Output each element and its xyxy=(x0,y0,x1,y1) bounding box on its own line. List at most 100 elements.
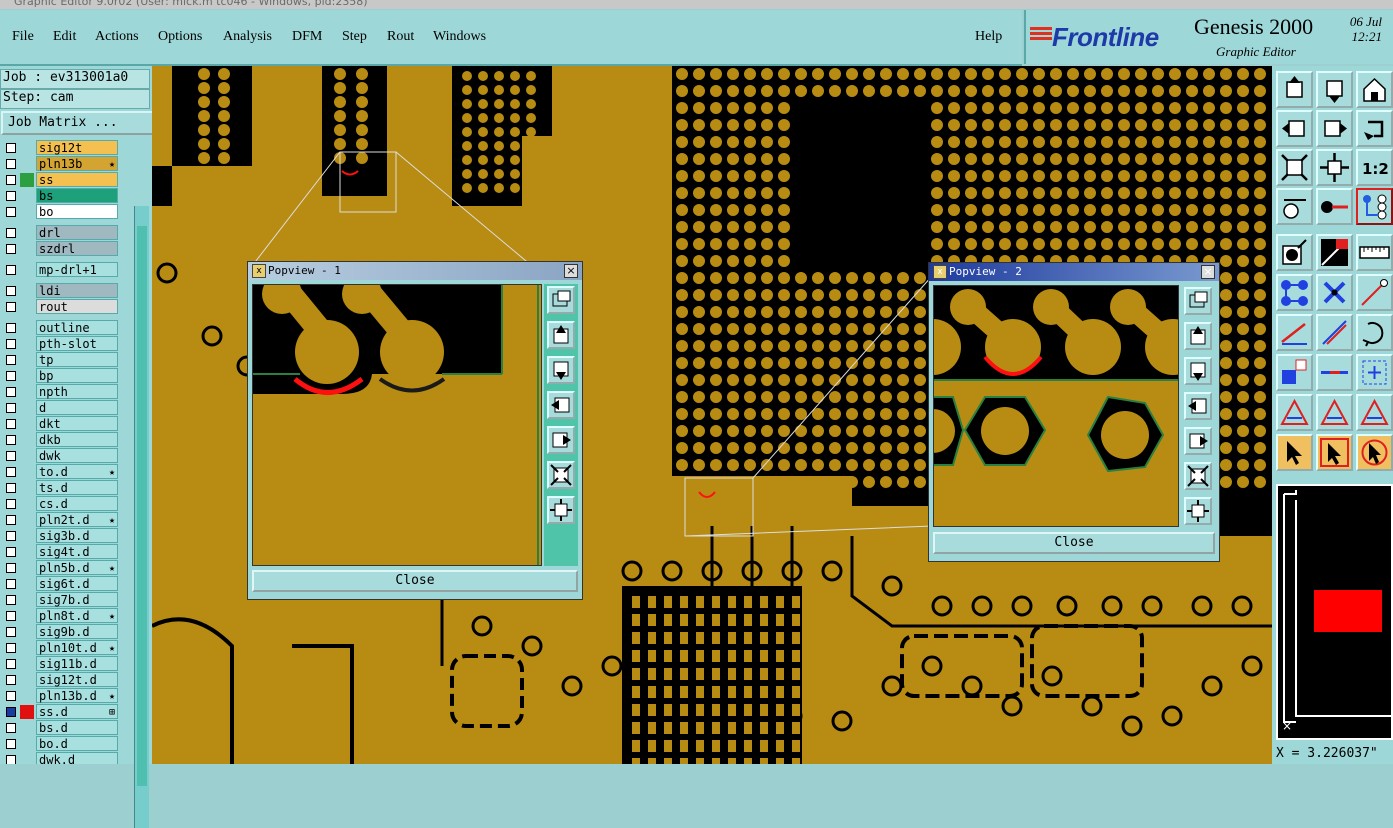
layer-display-checkbox[interactable] xyxy=(6,707,16,717)
layer-display-checkbox[interactable] xyxy=(6,675,16,685)
pointer-move-button[interactable] xyxy=(1316,434,1353,471)
zoom-in-button[interactable] xyxy=(547,461,575,489)
layer-display-checkbox[interactable] xyxy=(6,143,16,153)
layer-row[interactable]: sig6t.d xyxy=(0,576,130,591)
layer-display-checkbox[interactable] xyxy=(6,547,16,557)
layer-affected-indicator[interactable] xyxy=(20,353,34,367)
layer-affected-indicator[interactable] xyxy=(20,497,34,511)
layer-affected-indicator[interactable] xyxy=(20,300,34,314)
layer-affected-indicator[interactable] xyxy=(20,433,34,447)
popview-1-titlebar[interactable]: x Popview - 1 × xyxy=(248,262,582,280)
layer-name[interactable]: ts.d xyxy=(36,480,118,495)
layer-list-scrollbar[interactable] xyxy=(134,206,149,828)
layer-row[interactable]: dkt xyxy=(0,416,130,431)
layer-name[interactable]: bs.d xyxy=(36,720,118,735)
add-line-button[interactable] xyxy=(1276,314,1313,351)
layer-name[interactable]: bp xyxy=(36,368,118,383)
layer-row[interactable]: bo xyxy=(0,204,130,219)
layer-name[interactable]: bo xyxy=(36,204,118,219)
layer-row[interactable]: bs xyxy=(0,188,130,203)
zoom-center-button[interactable] xyxy=(1316,149,1353,186)
viewport-indicator[interactable] xyxy=(1314,590,1382,632)
scrollbar-thumb[interactable] xyxy=(137,226,147,786)
layer-name[interactable]: tp xyxy=(36,352,118,367)
layer-name[interactable]: pln13b.d ★ xyxy=(36,688,118,703)
feature-box-button[interactable] xyxy=(1356,354,1393,391)
layer-name[interactable]: to.d ★ xyxy=(36,464,118,479)
layer-affected-indicator[interactable] xyxy=(20,689,34,703)
layer-affected-indicator[interactable] xyxy=(20,657,34,671)
menu-options[interactable]: Options xyxy=(158,29,202,45)
layer-row[interactable]: sig3b.d xyxy=(0,528,130,543)
layer-row[interactable]: sig12t xyxy=(0,140,130,155)
zoom-out-button[interactable] xyxy=(547,496,575,524)
layer-display-checkbox[interactable] xyxy=(6,499,16,509)
menu-actions[interactable]: Actions xyxy=(95,29,139,45)
zoom-in-button[interactable] xyxy=(1184,462,1212,490)
layer-display-checkbox[interactable] xyxy=(6,244,16,254)
layer-row[interactable]: pln8t.d ★ xyxy=(0,608,130,623)
layer-row[interactable]: pln13b ★ xyxy=(0,156,130,171)
menu-step[interactable]: Step xyxy=(342,29,367,45)
layer-row[interactable]: pln13b.d ★ xyxy=(0,688,130,703)
layer-row[interactable]: bs.d xyxy=(0,720,130,735)
layer-affected-indicator[interactable] xyxy=(20,449,34,463)
layer-row[interactable]: pth-slot xyxy=(0,336,130,351)
window-menu-icon[interactable]: x xyxy=(252,264,266,278)
close-icon[interactable]: × xyxy=(1282,719,1292,733)
layer-row[interactable]: rout xyxy=(0,299,130,314)
layer-name[interactable]: sig12t xyxy=(36,140,118,155)
layer-row[interactable]: drl xyxy=(0,225,130,240)
layer-display-checkbox[interactable] xyxy=(6,483,16,493)
layer-name[interactable]: mp-drl+1 xyxy=(36,262,118,277)
layer-display-checkbox[interactable] xyxy=(6,323,16,333)
layer-name[interactable]: pln2t.d ★ xyxy=(36,512,118,527)
layer-display-checkbox[interactable] xyxy=(6,191,16,201)
layer-row[interactable]: dwk.d xyxy=(0,752,130,764)
home-button[interactable] xyxy=(1356,71,1393,108)
layer-affected-indicator[interactable] xyxy=(20,284,34,298)
layer-row[interactable]: outline xyxy=(0,320,130,335)
layer-row[interactable]: tp xyxy=(0,352,130,367)
layer-name[interactable]: pth-slot xyxy=(36,336,118,351)
layer-display-checkbox[interactable] xyxy=(6,302,16,312)
layer-affected-indicator[interactable] xyxy=(20,242,34,256)
window-menu-icon[interactable]: x xyxy=(933,265,947,279)
layer-row[interactable]: to.d ★ xyxy=(0,464,130,479)
trim-line-button[interactable] xyxy=(1316,354,1353,391)
layer-name[interactable]: ss xyxy=(36,172,118,187)
layer-affected-indicator[interactable] xyxy=(20,263,34,277)
layer-affected-indicator[interactable] xyxy=(20,465,34,479)
layer-row[interactable]: ss xyxy=(0,172,130,187)
overview-map[interactable]: × xyxy=(1276,484,1393,740)
layer-name[interactable]: sig4t.d xyxy=(36,544,118,559)
layer-display-checkbox[interactable] xyxy=(6,228,16,238)
pan-down-button[interactable] xyxy=(1184,357,1212,385)
layer-name[interactable]: bs xyxy=(36,188,118,203)
pan-right-button[interactable] xyxy=(1316,110,1353,147)
layer-affected-indicator[interactable] xyxy=(20,481,34,495)
layer-name[interactable]: d xyxy=(36,400,118,415)
layer-affected-indicator[interactable] xyxy=(20,189,34,203)
rotate-arc-button[interactable] xyxy=(1356,314,1393,351)
layer-display-checkbox[interactable] xyxy=(6,355,16,365)
net-highlight-button[interactable] xyxy=(1356,188,1393,225)
layer-display-checkbox[interactable] xyxy=(6,419,16,429)
layer-row[interactable]: dwk xyxy=(0,448,130,463)
layer-name[interactable]: pln5b.d ★ xyxy=(36,560,118,575)
menu-dfm[interactable]: DFM xyxy=(292,29,322,45)
layer-name[interactable]: szdrl xyxy=(36,241,118,256)
pan-down-button[interactable] xyxy=(1316,71,1353,108)
layer-name[interactable]: sig11b.d xyxy=(36,656,118,671)
layer-affected-indicator[interactable] xyxy=(20,641,34,655)
layer-name[interactable]: ss.d ⊞ xyxy=(36,704,118,719)
layer-display-checkbox[interactable] xyxy=(6,755,16,764)
layer-affected-indicator[interactable] xyxy=(20,337,34,351)
menu-file[interactable]: File xyxy=(12,29,34,45)
layer-row[interactable]: ss.d ⊞ xyxy=(0,704,130,719)
layer-row[interactable]: sig9b.d xyxy=(0,624,130,639)
layer-affected-indicator[interactable] xyxy=(20,417,34,431)
job-matrix-button[interactable]: Job Matrix ... xyxy=(1,111,154,135)
pan-left-button[interactable] xyxy=(1184,392,1212,420)
layer-affected-indicator[interactable] xyxy=(20,561,34,575)
